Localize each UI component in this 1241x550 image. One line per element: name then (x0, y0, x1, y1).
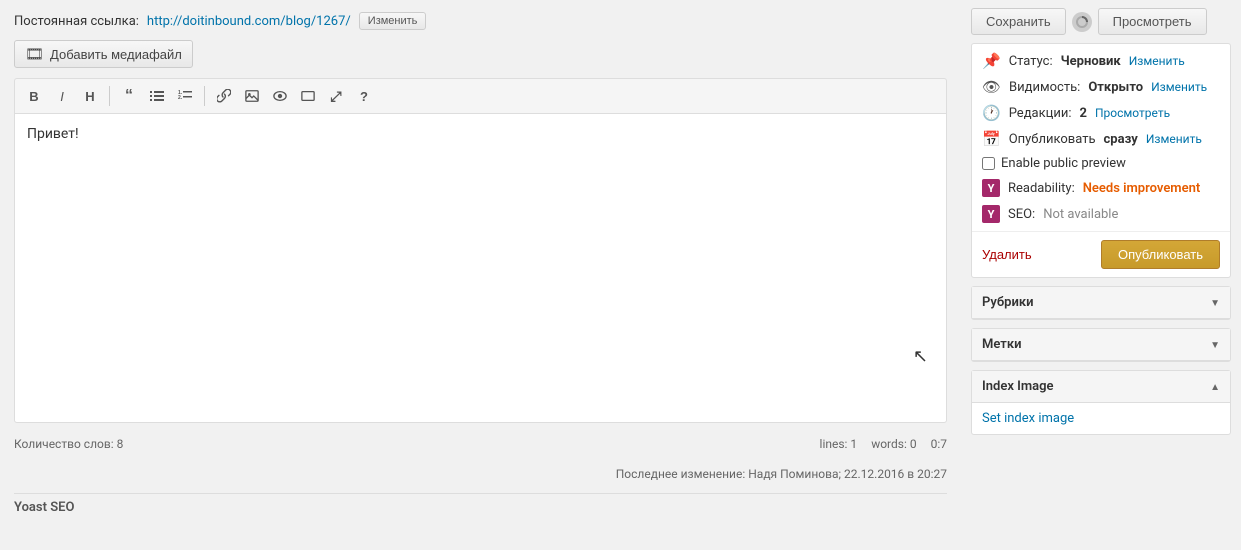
spinner-icon (1075, 15, 1089, 29)
status-row: 📌 Статус: Черновик Изменить (982, 52, 1220, 70)
public-preview-label: Enable public preview (1001, 156, 1126, 171)
status-change-link[interactable]: Изменить (1129, 54, 1185, 68)
toolbar-divider-2 (204, 86, 205, 106)
tags-chevron-icon (1210, 337, 1220, 352)
words-stat: words: 0 (871, 437, 916, 451)
status-label: Статус: (1009, 54, 1053, 69)
tags-header[interactable]: Метки (972, 329, 1230, 361)
editor-text: Привет! (27, 126, 79, 142)
calendar-icon: 📅 (982, 130, 1001, 148)
link-button[interactable] (211, 83, 237, 109)
svg-text:2.: 2. (178, 95, 183, 101)
tags-title: Метки (982, 337, 1022, 352)
publish-box: 📌 Статус: Черновик Изменить 👁 Видимость:… (971, 43, 1231, 278)
revisions-icon: 🕐 (982, 104, 1001, 122)
bold-button[interactable]: B (21, 83, 47, 109)
visibility-label: Видимость: (1009, 80, 1080, 95)
revisions-label: Редакции: (1009, 106, 1072, 121)
readability-yoast-icon: Y (982, 179, 1000, 197)
permalink-change-button[interactable]: Изменить (359, 12, 427, 30)
index-image-header[interactable]: Index Image (972, 371, 1230, 403)
index-image-title: Index Image (982, 379, 1054, 394)
permalink-link[interactable]: http://doitinbound.com/blog/1267/ (147, 14, 351, 29)
word-count: Количество слов: 8 (14, 437, 123, 451)
set-index-image-link[interactable]: Set index image (982, 411, 1074, 426)
permalink-label: Постоянная ссылка: (14, 14, 139, 29)
visibility-row: 👁 Видимость: Открыто Изменить (982, 78, 1220, 96)
publish-button[interactable]: Опубликовать (1101, 240, 1220, 269)
visibility-change-link[interactable]: Изменить (1151, 80, 1207, 94)
preview-toggle-button[interactable] (267, 83, 293, 109)
spinner-indicator (1072, 12, 1092, 32)
seo-value: Not available (1043, 207, 1118, 222)
revisions-row: 🕐 Редакции: 2 Просмотреть (982, 104, 1220, 122)
italic-button[interactable]: I (49, 83, 75, 109)
expand-button[interactable]: ⤢ (323, 83, 349, 109)
delete-button[interactable]: Удалить (982, 247, 1032, 262)
seo-yoast-icon: Y (982, 205, 1000, 223)
yoast-seo-label: Yoast SEO (14, 493, 947, 515)
media-icon: 🎞 (25, 45, 44, 63)
editor-body[interactable]: Привет! ↖ (14, 113, 947, 423)
publish-box-body: 📌 Статус: Черновик Изменить 👁 Видимость:… (972, 44, 1230, 231)
seo-label: SEO: (1008, 207, 1035, 222)
ul-icon (150, 89, 164, 103)
unordered-list-button[interactable] (144, 83, 170, 109)
preview-button[interactable]: Просмотреть (1098, 8, 1207, 35)
ordered-list-button[interactable]: 1. 2. (172, 83, 198, 109)
heading-button[interactable]: H (77, 83, 103, 109)
sidebar: Сохранить Просмотреть 📌 Статус: Черновик… (961, 0, 1241, 550)
index-image-body: Set index image (972, 403, 1230, 434)
status-pin-icon: 📌 (982, 52, 1001, 70)
time-stat: 0:7 (931, 437, 947, 451)
frame-icon (301, 89, 315, 103)
seo-row: Y SEO: Not available (982, 205, 1220, 223)
permalink-row: Постоянная ссылка: http://doitinbound.co… (14, 12, 947, 30)
publish-change-link[interactable]: Изменить (1146, 132, 1202, 146)
rubrics-header[interactable]: Рубрики (972, 287, 1230, 319)
publish-time: сразу (1104, 132, 1138, 147)
readability-label: Readability: (1008, 181, 1075, 196)
readability-row: Y Readability: Needs improvement (982, 179, 1220, 197)
index-image-chevron-icon (1210, 379, 1220, 394)
editor-toolbar: B I H “ 1. (14, 78, 947, 113)
add-media-button[interactable]: 🎞 Добавить медиафайл (14, 40, 193, 68)
eye-icon (273, 89, 287, 103)
readability-value: Needs improvement (1083, 181, 1201, 196)
visibility-eye-icon: 👁 (982, 78, 1001, 96)
fullscreen-button[interactable] (295, 83, 321, 109)
lines-stat: lines: 1 (820, 437, 858, 451)
image-toolbar-button[interactable] (239, 83, 265, 109)
link-icon (217, 89, 231, 103)
editor-stats: lines: 1 words: 0 0:7 (820, 437, 947, 451)
last-changed-row: Последнее изменение: Надя Поминова; 22.1… (14, 465, 947, 483)
index-image-box: Index Image Set index image (971, 370, 1231, 435)
tags-box: Метки (971, 328, 1231, 362)
editor-footer: Количество слов: 8 lines: 1 words: 0 0:7 (14, 433, 947, 455)
blockquote-button[interactable]: “ (116, 83, 142, 109)
publish-time-row: 📅 Опубликовать сразу Изменить (982, 130, 1220, 148)
image-icon (245, 89, 259, 103)
revisions-value: 2 (1080, 106, 1087, 121)
rubrics-title: Рубрики (982, 295, 1034, 310)
toolbar-divider-1 (109, 86, 110, 106)
editor-content[interactable]: Привет! (27, 126, 934, 406)
rubrics-chevron-icon (1210, 295, 1220, 310)
public-preview-row: Enable public preview (982, 156, 1220, 171)
last-changed-text: Последнее изменение: Надя Поминова; 22.1… (616, 467, 947, 481)
rubrics-box: Рубрики (971, 286, 1231, 320)
revisions-link[interactable]: Просмотреть (1095, 106, 1170, 120)
publish-box-footer: Удалить Опубликовать (972, 231, 1230, 277)
sidebar-top-buttons: Сохранить Просмотреть (971, 8, 1231, 35)
help-button[interactable]: ? (351, 83, 377, 109)
visibility-value: Открыто (1088, 80, 1143, 95)
save-button[interactable]: Сохранить (971, 8, 1066, 35)
status-value: Черновик (1061, 54, 1121, 69)
ol-icon: 1. 2. (178, 89, 192, 103)
publish-label: Опубликовать (1009, 132, 1096, 147)
add-media-label: Добавить медиафайл (50, 47, 182, 62)
public-preview-checkbox[interactable] (982, 157, 995, 170)
